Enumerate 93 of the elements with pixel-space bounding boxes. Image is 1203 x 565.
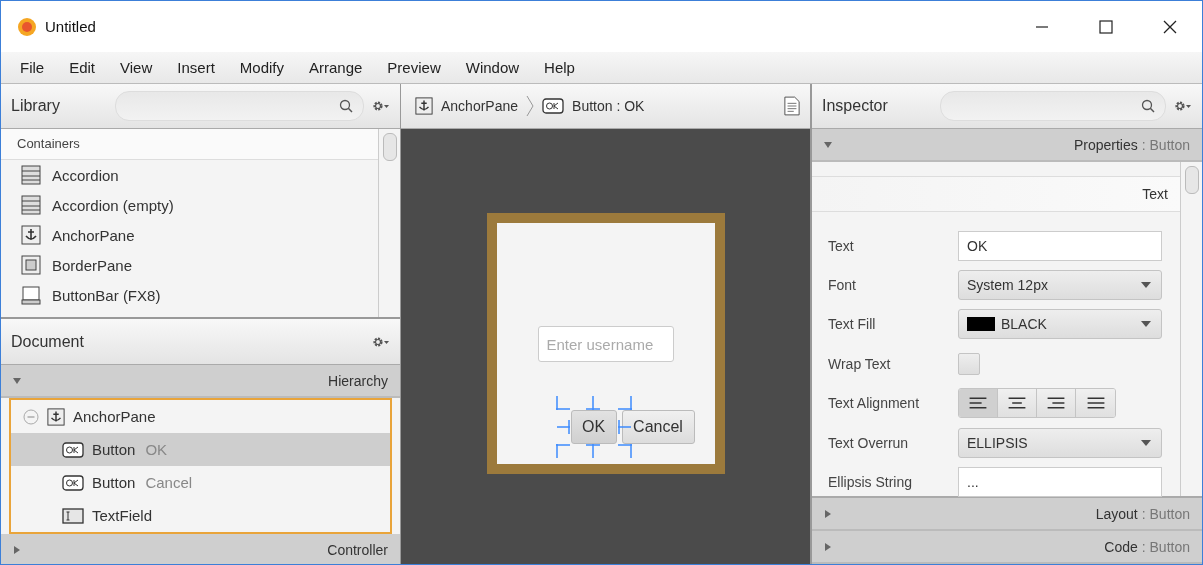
settings-icon[interactable] <box>372 335 390 348</box>
text-field[interactable]: Enter username <box>537 326 674 362</box>
tree-item[interactable]: AnchorPane <box>11 400 390 433</box>
align-right-icon <box>1045 397 1067 410</box>
align-center-icon <box>1006 397 1028 410</box>
library-item[interactable]: AnchorPane <box>1 220 378 250</box>
align-left-icon <box>967 397 989 410</box>
search-field[interactable] <box>940 91 1166 121</box>
dropdown[interactable]: ELLIPSIS <box>958 427 1162 458</box>
settings-icon[interactable] <box>372 100 390 112</box>
accordion-icon <box>21 195 41 215</box>
button-icon <box>542 98 565 114</box>
caret-icon <box>1141 439 1151 446</box>
panel-title: Document <box>11 332 85 351</box>
scrollbar-thumb[interactable] <box>382 133 397 161</box>
dropdown[interactable]: System 12px <box>958 270 1162 301</box>
property-label: Text <box>828 237 855 254</box>
text-input[interactable]: ... <box>958 467 1162 498</box>
menu-item[interactable]: Arrange <box>309 59 363 76</box>
window-title: Untitled <box>45 18 96 35</box>
property-label: Text Overrun <box>828 434 910 451</box>
section-bar[interactable]: Properties : Button <box>812 129 1202 162</box>
property-label: Text Fill <box>828 316 877 333</box>
tree-item[interactable]: Button Cancel <box>11 466 390 499</box>
align-center-button[interactable] <box>998 389 1037 418</box>
app-logo-icon <box>17 16 37 37</box>
breadcrumb-item[interactable]: AnchorPane <box>415 97 519 115</box>
selection-handles-drawing[interactable] <box>555 396 632 458</box>
buttonbar-icon <box>21 285 41 305</box>
border-icon <box>21 255 41 275</box>
section-bar[interactable]: Controller <box>1 534 400 564</box>
menu-item[interactable]: Edit <box>69 59 96 76</box>
section-title: Code <box>1104 538 1138 555</box>
checkbox[interactable] <box>958 352 980 375</box>
property-label: Ellipsis String <box>828 474 914 491</box>
button-icon <box>62 474 84 491</box>
menu-item[interactable]: Window <box>465 59 520 76</box>
section-bar[interactable]: Layout : Button <box>812 498 1202 531</box>
section-header: Containers <box>1 129 378 160</box>
group-header: Text <box>812 176 1180 212</box>
panel-title: Inspector <box>822 97 889 115</box>
search-field[interactable] <box>115 91 364 121</box>
section-target: : Button <box>1141 136 1190 153</box>
menu-item[interactable]: File <box>20 59 45 76</box>
text-input[interactable]: OK <box>958 230 1162 261</box>
minimize-icon <box>1035 25 1049 28</box>
section-target: : Button <box>1141 538 1190 555</box>
align-right-button[interactable] <box>1037 389 1076 418</box>
caret-icon <box>1141 282 1151 289</box>
menu-item[interactable]: Insert <box>177 59 215 76</box>
form-button[interactable]: OK <box>570 410 617 444</box>
property-label: Font <box>828 277 857 294</box>
section-bar[interactable]: Hierarchy <box>1 365 400 398</box>
section-title: Layout <box>1095 505 1138 522</box>
section-title: Properties <box>1073 136 1138 153</box>
search-icon <box>1141 99 1155 113</box>
property-label: Wrap Text <box>828 355 892 372</box>
document-icon[interactable] <box>784 96 800 116</box>
text-field-icon <box>62 507 84 524</box>
search-icon <box>339 99 353 113</box>
section-target: : Button <box>1141 505 1190 522</box>
collapse-icon[interactable] <box>23 408 39 425</box>
library-item[interactable]: Accordion <box>1 160 378 190</box>
menu-item[interactable]: Preview <box>387 59 441 76</box>
library-item[interactable]: Accordion (empty) <box>1 190 378 220</box>
close-icon <box>1163 19 1177 34</box>
section-bar[interactable]: Code : Button <box>812 531 1202 564</box>
tree-item[interactable]: TextField <box>11 499 390 532</box>
caret-icon <box>1141 321 1151 328</box>
tree-item[interactable]: Button OK <box>11 433 390 466</box>
anchor-icon <box>21 225 41 245</box>
scrollbar-thumb[interactable] <box>1184 166 1199 194</box>
panel-title: Library <box>11 97 61 115</box>
anchor-icon <box>47 407 65 426</box>
property-label: Text Alignment <box>828 395 921 412</box>
color-dropdown[interactable]: BLACK <box>958 309 1162 340</box>
settings-icon[interactable] <box>1174 100 1192 112</box>
menu-item[interactable]: Modify <box>239 59 284 76</box>
library-item[interactable]: ButtonBar (FX8) <box>1 280 378 310</box>
breadcrumb-item[interactable]: Button : OK <box>542 98 645 114</box>
menu-item[interactable]: Help <box>544 59 575 76</box>
maximize-icon <box>1099 19 1113 34</box>
accordion-icon <box>21 165 41 185</box>
align-justify-button[interactable] <box>1076 389 1115 418</box>
anchor-icon <box>415 97 433 115</box>
library-item[interactable]: BorderPane <box>1 250 378 280</box>
button-icon <box>62 441 84 458</box>
section-title: Controller <box>327 541 388 558</box>
form-button[interactable]: Cancel <box>621 410 695 444</box>
align-left-button[interactable] <box>959 389 998 418</box>
menu-item[interactable]: View <box>120 59 153 76</box>
section-title: Hierarchy <box>328 372 388 389</box>
chevron-icon <box>526 95 535 117</box>
